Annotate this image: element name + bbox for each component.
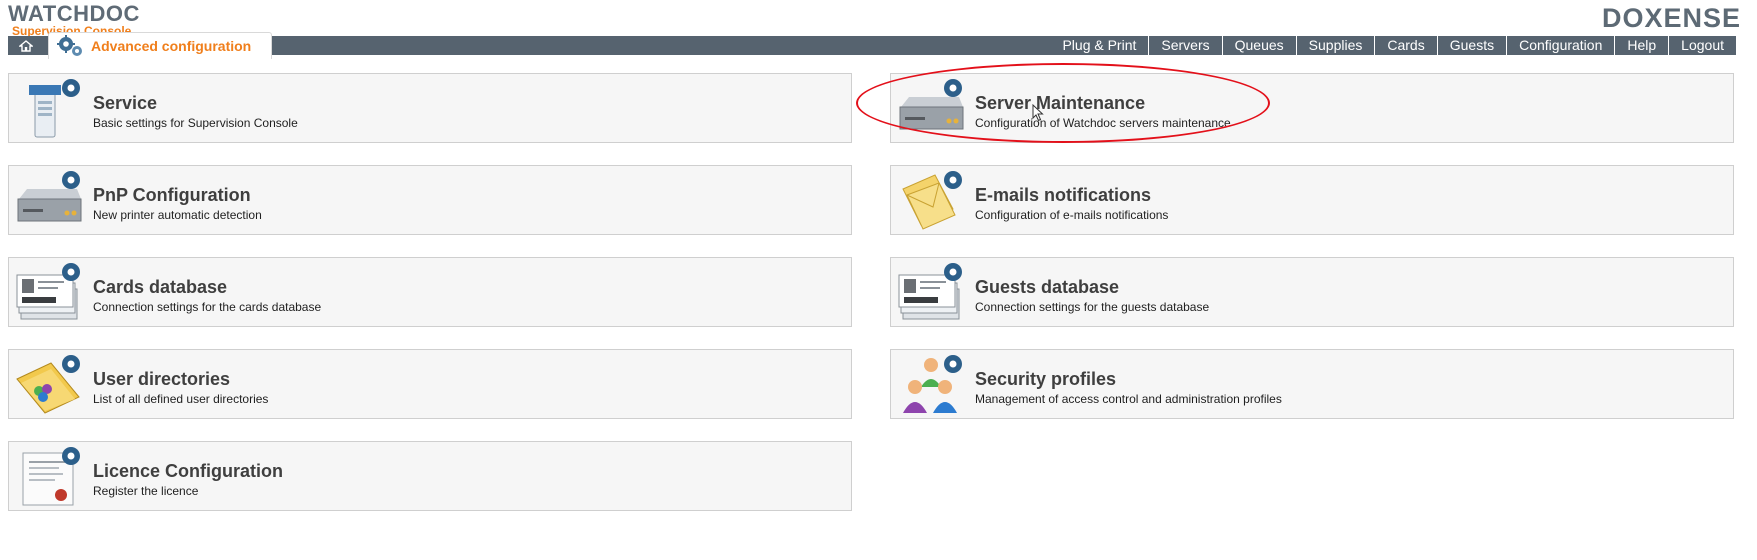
- tile-licence-configuration[interactable]: Licence Configuration Register the licen…: [8, 441, 852, 511]
- tile-title: Server Maintenance: [975, 93, 1146, 113]
- tile-service[interactable]: Service Basic settings for Supervision C…: [8, 73, 852, 143]
- users-gear-icon: [903, 355, 962, 413]
- breadcrumb: Advanced configuration: [48, 32, 272, 59]
- tile-title: User directories: [93, 369, 231, 389]
- tile-description: Connection settings for the cards databa…: [93, 300, 322, 314]
- nav-logout[interactable]: Logout: [1668, 36, 1736, 55]
- mouse-cursor-icon: [1032, 104, 1044, 122]
- home-icon: [19, 39, 33, 52]
- directory-book-gear-icon: [16, 355, 80, 414]
- nav-plug-print[interactable]: Plug & Print: [1050, 36, 1148, 55]
- tile-title: Security profiles: [975, 369, 1117, 389]
- tile-title: E-mails notifications: [975, 185, 1152, 205]
- nav-servers[interactable]: Servers: [1148, 36, 1221, 55]
- gears-icon: [57, 35, 82, 56]
- tile-cards-database[interactable]: Cards database Connection settings for t…: [8, 257, 852, 327]
- nav-cards[interactable]: Cards: [1374, 36, 1436, 55]
- nav-configuration[interactable]: Configuration: [1506, 36, 1614, 55]
- tile-description: Management of access control and adminis…: [975, 392, 1282, 406]
- guests-cards-gear-icon: [898, 263, 962, 320]
- cards-gear-icon: [16, 263, 80, 320]
- nav-links: Plug & Print Servers Queues Supplies Car…: [1050, 36, 1736, 55]
- tile-description: Configuration of e-mails notifications: [975, 208, 1169, 222]
- tile-description: List of all defined user directories: [93, 392, 269, 406]
- doxense-logo: DOXENSE: [1601, 3, 1741, 33]
- tile-pnp-configuration[interactable]: PnP Configuration New printer automatic …: [8, 165, 852, 235]
- tile-title: Licence Configuration: [93, 461, 284, 481]
- tile-user-directories[interactable]: User directories List of all defined use…: [8, 349, 852, 419]
- tile-description: Configuration of Watchdoc servers mainte…: [975, 116, 1231, 130]
- tile-security-profiles[interactable]: Security profiles Management of access c…: [890, 349, 1734, 419]
- tile-title: Guests database: [975, 277, 1120, 297]
- breadcrumb-section: Advanced configuration: [91, 38, 252, 54]
- server-gear-icon: [899, 79, 964, 130]
- nav-help[interactable]: Help: [1614, 36, 1668, 55]
- tile-server-maintenance[interactable]: Server Maintenance Configuration of Watc…: [890, 73, 1734, 143]
- tile-emails-notifications[interactable]: E-mails notifications Configuration of e…: [890, 165, 1734, 235]
- nav-guests[interactable]: Guests: [1436, 36, 1506, 55]
- tile-guests-database[interactable]: Guests database Connection settings for …: [890, 257, 1734, 327]
- service-gear-icon: [29, 79, 80, 138]
- tile-title: PnP Configuration: [93, 185, 251, 205]
- tile-description: Connection settings for the guests datab…: [975, 300, 1210, 314]
- printer-gear-icon: [17, 171, 82, 222]
- envelope-gear-icon: [902, 171, 962, 230]
- tile-description: New printer automatic detection: [93, 208, 262, 222]
- tile-description: Register the licence: [93, 484, 199, 498]
- tile-title: Service: [93, 93, 158, 113]
- certificate-gear-icon: [22, 447, 80, 506]
- brand-name: WATCHDOC: [8, 1, 140, 26]
- nav-supplies[interactable]: Supplies: [1295, 36, 1375, 55]
- home-button[interactable]: [8, 36, 44, 55]
- top-header: WATCHDOC Supervision Console DOXENSE: [0, 0, 1757, 37]
- main-nav-bar: Advanced configuration Plug & Print Serv…: [8, 32, 1736, 59]
- nav-queues[interactable]: Queues: [1221, 36, 1296, 55]
- tile-description: Basic settings for Supervision Console: [93, 116, 298, 130]
- tile-title: Cards database: [93, 277, 228, 297]
